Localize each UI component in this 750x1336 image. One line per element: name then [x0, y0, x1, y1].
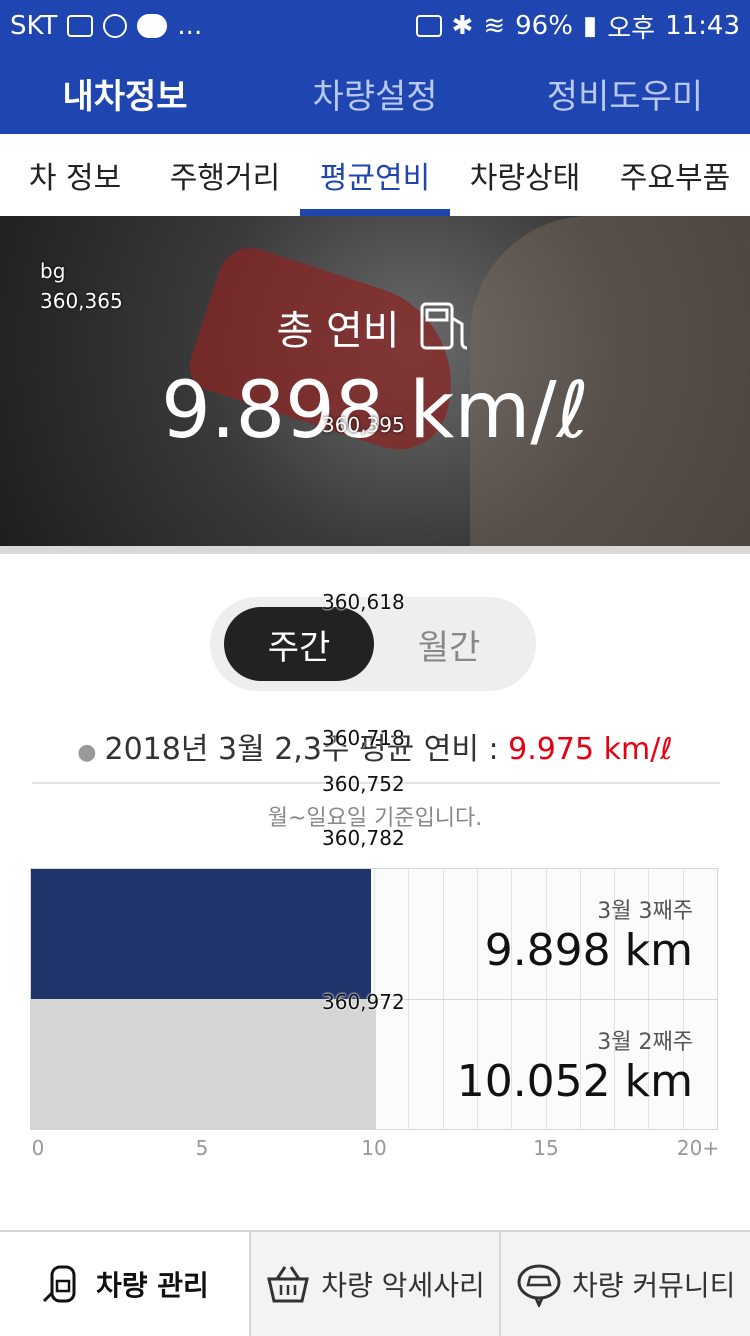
summary-debug-2: 360,752 — [322, 772, 405, 796]
sub-tab-bar: 차 정보 주행거리 평균연비 차량상태 주요부품 — [0, 134, 750, 217]
bottom-navigation: 차량 관리 차량 악세사리 차량 커뮤니티 — [0, 1230, 750, 1336]
clock: 11:43 — [665, 11, 740, 41]
x-tick-label: 20+ — [676, 1136, 720, 1160]
bullet-icon: ● — [77, 740, 97, 765]
x-axis-ticks: 0 5 10 15 20+ — [30, 1136, 720, 1166]
basket-icon — [267, 1266, 310, 1303]
monthly-toggle-button[interactable]: 월간 — [374, 607, 524, 681]
bar-category-label: 3월 3째주 — [597, 899, 693, 924]
battery-saver-icon — [415, 15, 442, 37]
bar-category-label: 3월 2째주 — [597, 1030, 693, 1055]
bar-value-label: 10.052 km — [456, 1056, 693, 1107]
car-chat-icon — [517, 1264, 561, 1307]
top-navigation: 내차정보 차량설정 정비도우미 — [0, 52, 750, 134]
x-tick-label: 15 — [533, 1136, 559, 1160]
tab-main-parts[interactable]: 주요부품 — [600, 134, 750, 216]
battery-percent: 96% — [515, 11, 573, 41]
bar-current-week — [31, 869, 371, 999]
bottomnav-vehicle-community[interactable]: 차량 커뮤니티 — [499, 1232, 750, 1336]
summary-debug: 360,718 — [322, 726, 405, 750]
weekly-toggle-button[interactable]: 주간 — [224, 607, 374, 681]
tab-vehicle-status[interactable]: 차량상태 — [450, 134, 600, 216]
topnav-my-car-info[interactable]: 내차정보 — [0, 52, 250, 134]
bottomnav-vehicle-management[interactable]: 차량 관리 — [0, 1232, 249, 1336]
car-manage-icon — [42, 1265, 76, 1303]
summary-debug-3: 360,782 — [322, 826, 405, 850]
carrier-label: SKT — [10, 11, 58, 41]
total-fuel-economy-label: 총 연비 — [276, 308, 400, 354]
more-notifications: ... — [177, 11, 203, 41]
toggle-debug: 360,618 — [322, 590, 405, 614]
x-tick-label: 5 — [195, 1136, 209, 1160]
bottomnav-label: 차량 관리 — [95, 1269, 209, 1302]
bar-previous-week — [31, 1000, 376, 1130]
chart-row: 3월 2째주 10.052 km — [31, 1000, 717, 1130]
status-bar: SKT ... ✱ ≋ 96% ▮ 오후 11:43 — [0, 0, 750, 52]
fuel-economy-hero: bg 360,365 총 연비 9.898 km/ℓ 360,395 — [0, 216, 750, 546]
x-tick-label: 0 — [31, 1136, 45, 1160]
ampm-label: 오후 — [607, 13, 656, 44]
chart-debug: 360,972 — [322, 990, 405, 1014]
bottomnav-label: 차량 커뮤니티 — [571, 1269, 736, 1302]
tab-average-fuel-economy[interactable]: 평균연비 — [300, 134, 450, 217]
value-debug: 360,395 — [322, 413, 405, 437]
fuel-pump-icon — [420, 302, 467, 350]
bottomnav-label: 차량 악세사리 — [321, 1269, 485, 1302]
tab-mileage[interactable]: 주행거리 — [150, 134, 300, 216]
bottomnav-vehicle-accessories[interactable]: 차량 악세사리 — [248, 1232, 500, 1336]
wifi-signal-icon: ≋ — [483, 11, 506, 41]
x-tick-label: 10 — [361, 1136, 387, 1160]
hero-divider — [0, 546, 750, 554]
summary-value: 9.975 km/ℓ — [508, 732, 673, 767]
topnav-vehicle-settings[interactable]: 차량설정 — [250, 52, 500, 134]
tab-car-info[interactable]: 차 정보 — [0, 134, 150, 216]
topnav-maintenance-helper[interactable]: 정비도우미 — [500, 52, 750, 134]
battery-icon: ▮ — [582, 11, 598, 41]
total-fuel-economy-title: 총 연비 — [0, 298, 750, 356]
summary-text: 2018년 3월 2,3주 평균 연비 : — [104, 732, 509, 767]
sync-icon — [103, 14, 128, 38]
gallery-icon — [67, 15, 94, 37]
bar-value-label: 9.898 km — [484, 925, 693, 976]
debug-label: bg — [40, 259, 66, 283]
chart-row: 3월 3째주 9.898 km — [31, 869, 717, 999]
bluetooth-icon: ✱ — [451, 11, 474, 41]
kakaotalk-icon — [137, 14, 168, 38]
